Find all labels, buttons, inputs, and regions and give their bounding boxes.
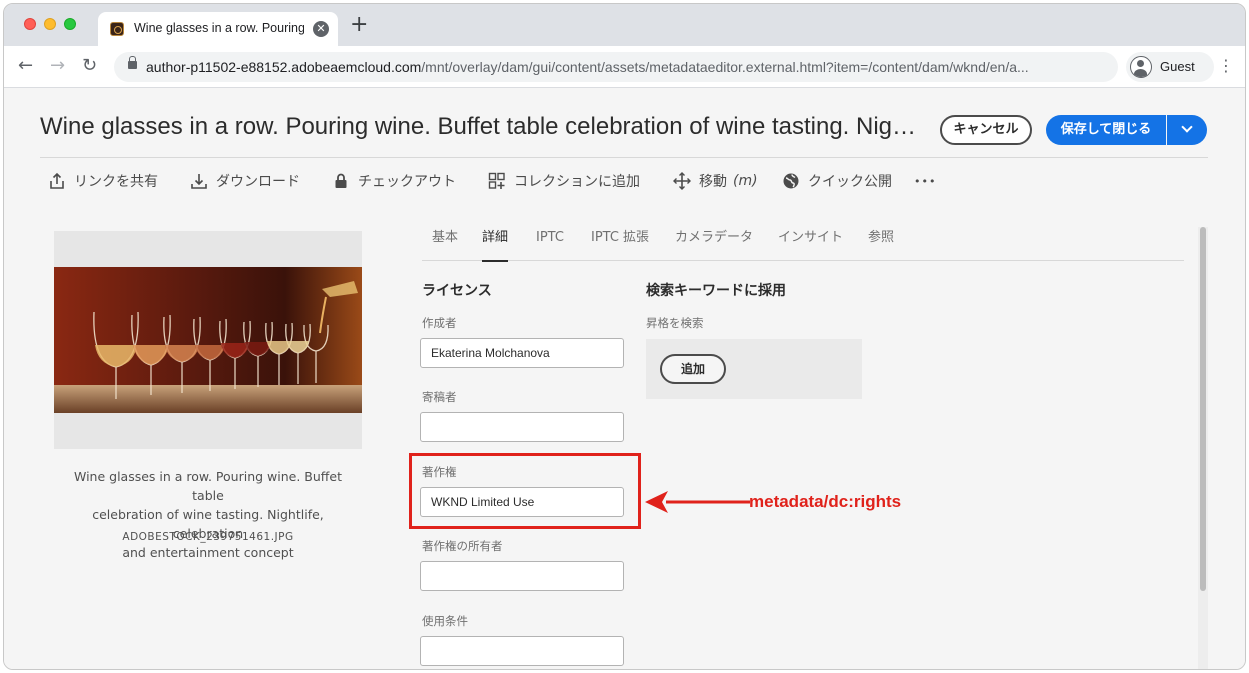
url-bar[interactable]: author-p11502-e88152.adobeaemcloud.com/m… xyxy=(114,52,1118,82)
new-tab-icon[interactable]: + xyxy=(350,14,368,36)
browser-tab[interactable]: Wine glasses in a row. Pouring ✕ xyxy=(98,12,338,46)
caption-line: and entertainment concept xyxy=(122,545,294,560)
minimize-window-button[interactable] xyxy=(44,18,56,30)
checkout-label: チェックアウト xyxy=(358,174,456,190)
forward-arrow-icon[interactable]: → xyxy=(50,56,65,76)
tab-iptc-extension[interactable]: IPTC 拡張 xyxy=(591,229,649,261)
keywords-section-title: 検索キーワードに採用 xyxy=(646,283,786,299)
asset-description: Wine glasses in a row. Pouring wine. Buf… xyxy=(58,467,358,562)
address-bar-row: ← → ↻ author-p11502-e88152.adobeaemcloud… xyxy=(4,46,1245,88)
asset-filename: ADOBESTOCK_239751461.JPG xyxy=(122,531,294,543)
rights-owner-field[interactable] xyxy=(420,561,624,591)
quick-publish-label: クイック公開 xyxy=(808,174,892,190)
contributor-label: 寄稿者 xyxy=(422,390,457,404)
avatar-icon xyxy=(1130,56,1152,78)
lock-icon xyxy=(332,172,350,190)
url-path: /mnt/overlay/dam/gui/content/assets/meta… xyxy=(421,59,1029,75)
download-label: ダウンロード xyxy=(216,174,300,190)
share-label: リンクを共有 xyxy=(74,174,158,190)
more-actions-icon[interactable]: ••• xyxy=(914,169,936,193)
annotation-highlight-box xyxy=(409,453,641,529)
action-bar: リンクを共有 ダウンロード チェックアウト コレクションに追加 移動 (m) ク… xyxy=(48,169,1048,193)
move-shortcut: (m) xyxy=(733,173,758,189)
save-and-close-button[interactable]: 保存して閉じる xyxy=(1046,115,1166,145)
collection-add-icon xyxy=(488,172,506,190)
download-button[interactable]: ダウンロード xyxy=(190,169,300,193)
share-link-button[interactable]: リンクを共有 xyxy=(48,169,158,193)
move-button[interactable]: 移動 (m) xyxy=(673,169,758,193)
back-arrow-icon[interactable]: ← xyxy=(18,56,33,76)
globe-icon xyxy=(782,172,800,190)
move-icon xyxy=(673,172,691,190)
license-section-title: ライセンス xyxy=(422,283,492,299)
scrollbar-thumb[interactable] xyxy=(1200,227,1206,591)
tab-title: Wine glasses in a row. Pouring xyxy=(134,21,304,35)
caption-line: Wine glasses in a row. Pouring wine. Buf… xyxy=(73,469,342,503)
close-window-button[interactable] xyxy=(24,18,36,30)
url-text: author-p11502-e88152.adobeaemcloud.com/m… xyxy=(146,59,1029,75)
browser-window: Wine glasses in a row. Pouring ✕ + ← → ↻… xyxy=(3,3,1246,670)
annotation-arrow-icon xyxy=(645,491,750,513)
url-domain: author-p11502-e88152.adobeaemcloud.com xyxy=(146,59,422,75)
metadata-tabs: 基本 詳細 IPTC IPTC 拡張 カメラデータ インサイト 参照 xyxy=(422,229,1184,262)
annotation-label: metadata/dc:rights xyxy=(749,492,902,511)
add-button[interactable]: 追加 xyxy=(660,354,726,384)
close-tab-icon[interactable]: ✕ xyxy=(313,21,329,37)
page-title: Wine glasses in a row. Pouring wine. Buf… xyxy=(40,113,917,140)
tab-references[interactable]: 参照 xyxy=(868,229,894,261)
chevron-down-icon xyxy=(1181,121,1193,133)
creator-label: 作成者 xyxy=(422,316,457,330)
checkout-button[interactable]: チェックアウト xyxy=(332,169,456,193)
usage-terms-label: 使用条件 xyxy=(422,614,468,628)
metadata-editor-page: Wine glasses in a row. Pouring wine. Buf… xyxy=(4,89,1245,669)
reload-icon[interactable]: ↻ xyxy=(82,56,97,76)
favicon-icon xyxy=(110,22,124,36)
contributor-field[interactable] xyxy=(420,412,624,442)
share-icon xyxy=(48,172,66,190)
creator-field[interactable]: Ekaterina Molchanova xyxy=(420,338,624,368)
rights-owner-label: 著作権の所有者 xyxy=(422,539,503,553)
browser-menu-icon[interactable]: ⋮ xyxy=(1218,56,1234,76)
search-promote-panel: 追加 xyxy=(646,339,862,399)
move-label: 移動 xyxy=(699,174,727,190)
tab-basic[interactable]: 基本 xyxy=(432,229,458,261)
scrollbar[interactable] xyxy=(1198,227,1208,669)
save-options-dropdown[interactable] xyxy=(1167,115,1207,145)
quick-publish-button[interactable]: クイック公開 xyxy=(782,169,892,193)
tab-camera-data[interactable]: カメラデータ xyxy=(675,229,753,261)
cancel-button[interactable]: キャンセル xyxy=(940,115,1032,145)
lock-icon xyxy=(128,56,137,69)
download-icon xyxy=(190,172,208,190)
profile-button[interactable]: Guest xyxy=(1126,52,1214,82)
asset-thumbnail xyxy=(54,231,362,449)
wine-glasses-image xyxy=(54,267,362,413)
tab-advanced[interactable]: 詳細 xyxy=(482,229,509,262)
tab-insights[interactable]: インサイト xyxy=(778,229,843,261)
tab-strip: Wine glasses in a row. Pouring ✕ + xyxy=(4,4,1245,46)
add-collection-label: コレクションに追加 xyxy=(514,174,640,190)
search-promote-label: 昇格を検索 xyxy=(646,316,704,330)
tab-iptc[interactable]: IPTC xyxy=(536,229,564,261)
usage-terms-field[interactable] xyxy=(420,636,624,666)
add-to-collection-button[interactable]: コレクションに追加 xyxy=(488,169,640,193)
profile-name: Guest xyxy=(1160,59,1195,74)
maximize-window-button[interactable] xyxy=(64,18,76,30)
divider xyxy=(40,157,1208,158)
